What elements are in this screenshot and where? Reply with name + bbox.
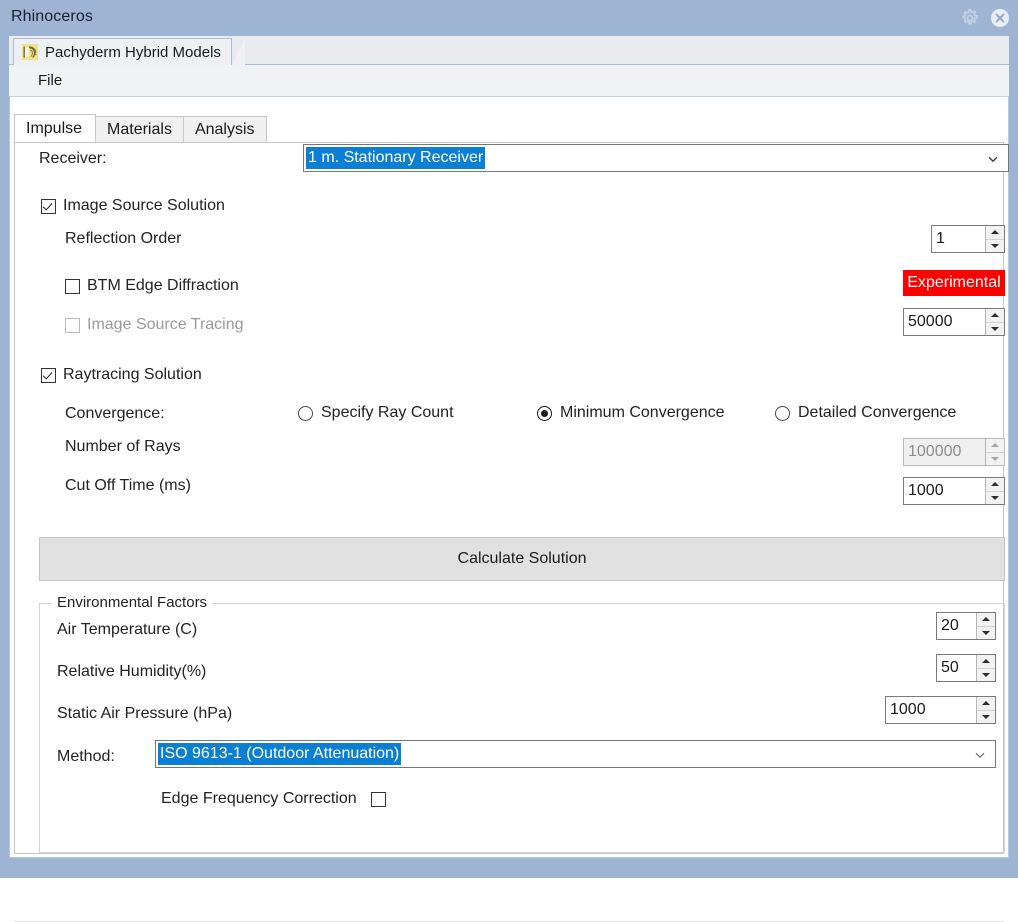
- spinner-buttons[interactable]: [976, 655, 995, 681]
- radio-specify-ray-count[interactable]: Specify Ray Count: [298, 404, 454, 422]
- spinner-up-icon[interactable]: [986, 439, 1004, 452]
- spinner-down-icon[interactable]: [977, 667, 995, 681]
- chevron-down-icon: [987, 152, 999, 164]
- convergence-label: Convergence:: [65, 405, 165, 422]
- tab-analysis[interactable]: Analysis: [182, 116, 267, 142]
- btm-edge-diffraction-checkbox[interactable]: BTM Edge Diffraction: [65, 277, 239, 295]
- document-tab-label: Pachyderm Hybrid Models: [45, 43, 221, 61]
- spinner-down-icon[interactable]: [986, 490, 1004, 504]
- chevron-down-icon: [974, 748, 986, 760]
- image-source-tracing-count-spinner[interactable]: 50000: [903, 308, 1005, 336]
- raytracing-solution-label: Raytracing Solution: [63, 366, 202, 383]
- static-air-pressure-spinner[interactable]: 1000: [885, 696, 996, 724]
- image-source-solution-checkbox[interactable]: Image Source Solution: [41, 197, 225, 215]
- spinner-buttons[interactable]: [985, 439, 1004, 465]
- radio-box: [537, 405, 552, 421]
- static-air-pressure-value: 1000: [890, 701, 926, 718]
- environmental-factors-title: Environmental Factors: [52, 594, 213, 611]
- relative-humidity-spinner[interactable]: 50: [936, 654, 996, 682]
- cut-off-time-label: Cut Off Time (ms): [65, 477, 191, 494]
- edge-frequency-correction-checkbox[interactable]: Edge Frequency Correction: [161, 790, 386, 808]
- spinner-up-icon[interactable]: [986, 309, 1004, 322]
- receiver-combobox[interactable]: 1 m. Stationary Receiver: [303, 144, 1009, 172]
- spinner-down-icon[interactable]: [986, 321, 1004, 335]
- reflection-order-spinner[interactable]: 1: [931, 225, 1005, 253]
- gear-icon[interactable]: [960, 8, 980, 28]
- relative-humidity-label: Relative Humidity(%): [57, 663, 207, 680]
- document-tabstrip: Pachyderm Hybrid Models: [9, 36, 1009, 66]
- spinner-down-icon[interactable]: [986, 238, 1004, 252]
- tab-control: Impulse Materials Analysis Receiver: 1 m…: [14, 114, 1009, 854]
- pachyderm-elephant-icon: [22, 44, 38, 60]
- radio-label: Specify Ray Count: [321, 404, 454, 421]
- image-source-tracing-label: Image Source Tracing: [87, 316, 244, 333]
- air-temperature-label: Air Temperature (C): [57, 621, 198, 638]
- spinner-buttons[interactable]: [985, 226, 1004, 252]
- checkbox-box: [65, 317, 80, 333]
- method-selected-value: ISO 9613-1 (Outdoor Attenuation): [158, 743, 402, 765]
- spinner-buttons[interactable]: [976, 697, 995, 723]
- number-of-rays-label: Number of Rays: [65, 438, 181, 455]
- number-of-rays-value: 100000: [908, 443, 962, 460]
- spinner-buttons[interactable]: [976, 613, 995, 639]
- tab-page-impulse: Receiver: 1 m. Stationary Receiver Image…: [14, 142, 1009, 854]
- checkbox-box: [41, 198, 56, 214]
- radio-box: [298, 405, 313, 421]
- checkbox-box: [41, 367, 56, 383]
- cut-off-time-spinner[interactable]: 1000: [903, 477, 1005, 505]
- menubar: File: [9, 65, 1009, 96]
- method-combobox[interactable]: ISO 9613-1 (Outdoor Attenuation): [155, 740, 996, 768]
- relative-humidity-value: 50: [941, 659, 959, 676]
- spinner-up-icon[interactable]: [986, 226, 1004, 239]
- receiver-selected-value: 1 m. Stationary Receiver: [306, 147, 486, 169]
- receiver-label: Receiver:: [39, 150, 107, 167]
- window-title: Rhinoceros: [11, 8, 93, 25]
- tab-strip: Impulse Materials Analysis: [14, 114, 267, 142]
- radio-minimum-convergence[interactable]: Minimum Convergence: [537, 404, 725, 422]
- spinner-up-icon[interactable]: [977, 613, 995, 626]
- checkbox-box: [65, 278, 80, 294]
- raytracing-solution-checkbox[interactable]: Raytracing Solution: [41, 366, 202, 384]
- close-icon[interactable]: [990, 8, 1010, 28]
- window-controls: [960, 8, 1010, 28]
- spinner-up-icon[interactable]: [977, 655, 995, 668]
- image-source-solution-label: Image Source Solution: [63, 197, 225, 214]
- experimental-badge: Experimental: [903, 270, 1005, 296]
- menu-item-file[interactable]: File: [33, 71, 67, 90]
- radio-detailed-convergence[interactable]: Detailed Convergence: [775, 404, 956, 422]
- radio-label: Minimum Convergence: [560, 404, 725, 421]
- rhinoceros-window: Rhinoceros Pachyderm Hybrid Models File …: [0, 0, 1018, 922]
- radio-box: [775, 405, 790, 421]
- btm-edge-diffraction-label: BTM Edge Diffraction: [87, 277, 239, 294]
- static-air-pressure-label: Static Air Pressure (hPa): [57, 705, 233, 722]
- edge-frequency-correction-label: Edge Frequency Correction: [161, 790, 357, 807]
- document-tab-pachyderm[interactable]: Pachyderm Hybrid Models: [13, 38, 245, 66]
- spinner-up-icon[interactable]: [986, 478, 1004, 491]
- image-source-tracing-checkbox[interactable]: Image Source Tracing: [65, 316, 244, 334]
- number-of-rays-spinner[interactable]: 100000: [903, 438, 1005, 466]
- spinner-buttons[interactable]: [985, 309, 1004, 335]
- spinner-down-icon[interactable]: [986, 451, 1004, 465]
- reflection-order-label: Reflection Order: [65, 230, 182, 247]
- window-titlebar: Rhinoceros: [0, 0, 1018, 36]
- plugin-host-panel: Pachyderm Hybrid Models File Impulse Mat…: [9, 36, 1009, 922]
- checkbox-box: [370, 791, 386, 807]
- radio-label: Detailed Convergence: [798, 404, 957, 421]
- tab-materials[interactable]: Materials: [95, 116, 184, 142]
- reflection-order-value: 1: [936, 230, 945, 247]
- spinner-buttons[interactable]: [985, 478, 1004, 504]
- tab-impulse[interactable]: Impulse: [14, 114, 97, 142]
- client-surface: Impulse Materials Analysis Receiver: 1 m…: [9, 96, 1009, 922]
- air-temperature-spinner[interactable]: 20: [936, 612, 996, 640]
- image-source-tracing-count-value: 50000: [908, 313, 953, 330]
- air-temperature-value: 20: [941, 617, 959, 634]
- spinner-up-icon[interactable]: [977, 697, 995, 710]
- calculate-solution-button[interactable]: Calculate Solution: [39, 537, 1005, 581]
- method-label: Method:: [57, 748, 115, 765]
- environmental-factors-group: Environmental Factors: [39, 594, 1005, 853]
- cut-off-time-value: 1000: [908, 482, 944, 499]
- spinner-down-icon[interactable]: [977, 625, 995, 639]
- spinner-down-icon[interactable]: [977, 709, 995, 723]
